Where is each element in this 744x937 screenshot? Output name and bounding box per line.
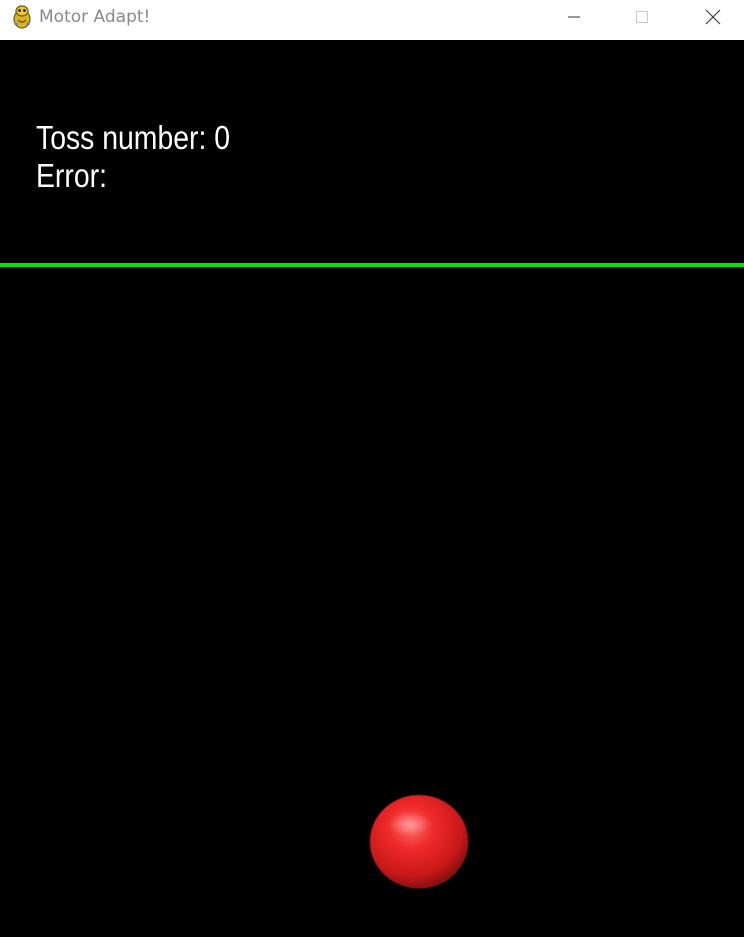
target-line (0, 263, 744, 267)
maximize-button[interactable] (619, 0, 665, 34)
toss-number-label: Toss number: 0 (36, 119, 231, 156)
window-title: Motor Adapt! (39, 7, 151, 27)
app-window: Motor Adapt! Toss number: 0 Error: (0, 0, 744, 937)
game-canvas[interactable]: Toss number: 0 Error: (0, 40, 744, 937)
minimize-button[interactable] (551, 0, 597, 34)
red-ball[interactable] (369, 794, 469, 889)
title-bar[interactable]: Motor Adapt! (0, 0, 744, 40)
hud-panel: Toss number: 0 Error: (36, 119, 230, 195)
maximize-icon (636, 11, 648, 23)
pygame-snake-icon (13, 5, 31, 29)
close-icon (705, 9, 721, 25)
minimize-icon (568, 16, 580, 18)
close-button[interactable] (690, 0, 736, 34)
error-label: Error: (36, 157, 107, 194)
